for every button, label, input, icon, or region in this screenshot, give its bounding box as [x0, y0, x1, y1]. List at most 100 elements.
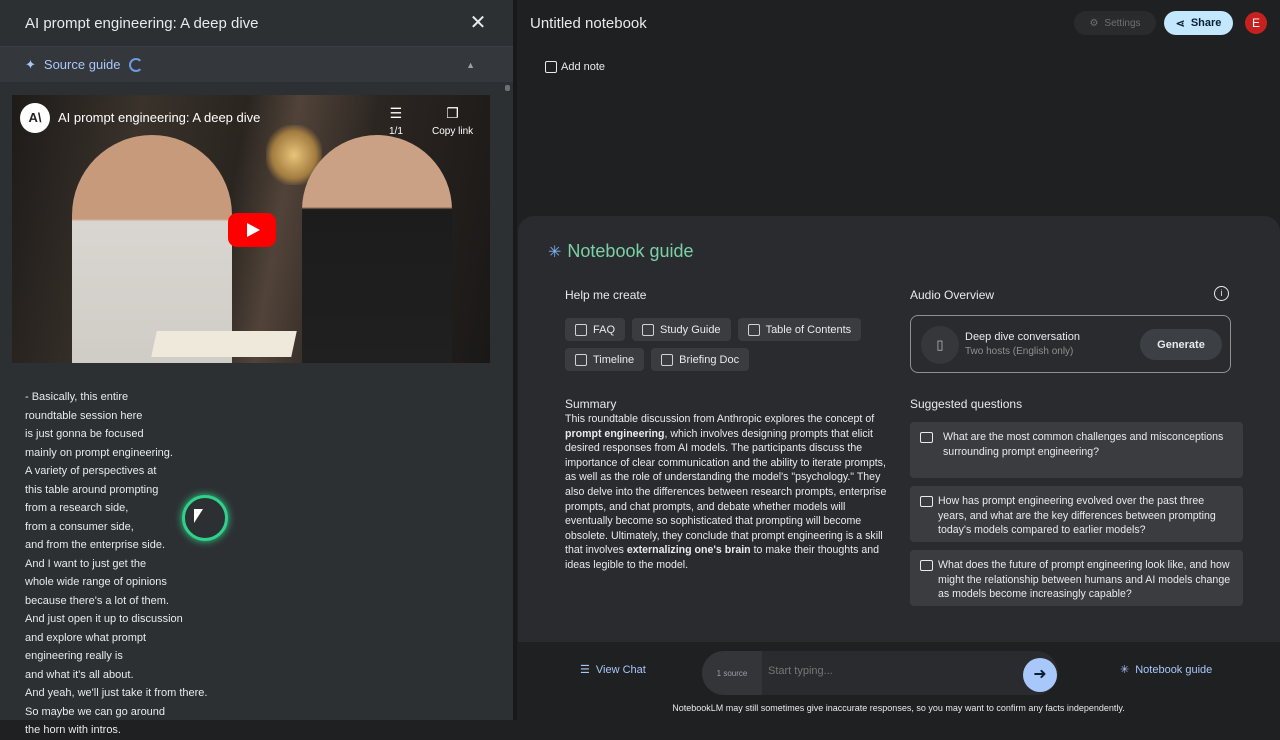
book-image: [151, 331, 297, 357]
transcript-line[interactable]: and from the enterprise side.: [25, 536, 325, 555]
playlist-icon: ☰: [389, 105, 403, 121]
loading-spinner-icon: [128, 57, 143, 72]
source-panel: AI prompt engineering: A deep dive ✕ ✦ S…: [0, 0, 513, 736]
person-left-image: [72, 135, 232, 363]
source-panel-header: AI prompt engineering: A deep dive ✕: [0, 0, 513, 47]
chat-icon: ☰: [580, 664, 590, 676]
question-icon: [920, 432, 933, 443]
audio-overview-label: Audio Overview: [910, 288, 995, 302]
chip-label: Briefing Doc: [679, 353, 740, 366]
chip-label: FAQ: [593, 323, 616, 336]
source-title: AI prompt engineering: A deep dive: [25, 14, 259, 32]
sparkle-icon: ✳: [548, 243, 562, 261]
summary-heading: Summary: [565, 397, 617, 411]
chip-label: Timeline: [593, 353, 635, 366]
create-chip-study-guide[interactable]: Study Guide: [632, 318, 731, 341]
transcript-line[interactable]: And I want to just get the: [25, 555, 325, 574]
note-icon: [545, 61, 557, 73]
add-note-label: Add note: [561, 61, 606, 73]
add-note-button[interactable]: Add note: [545, 61, 605, 73]
transcript-line[interactable]: and what it's all about.: [25, 666, 325, 685]
transcript-line[interactable]: And yeah, we'll just take it from there.: [25, 684, 325, 703]
info-icon[interactable]: i: [1214, 286, 1229, 301]
suggested-question[interactable]: How has prompt engineering evolved over …: [910, 486, 1243, 542]
create-chip-timeline[interactable]: Timeline: [565, 348, 645, 371]
summary-text-2: , which involves designing prompts that …: [565, 427, 887, 557]
notebook-guide-heading: ✳ Notebook guide: [548, 241, 694, 262]
transcript-line[interactable]: from a consumer side,: [25, 518, 325, 537]
scrollbar[interactable]: [505, 85, 510, 91]
transcript-line[interactable]: and explore what prompt: [25, 629, 325, 648]
transcript-line[interactable]: And just open it up to discussion: [25, 610, 325, 629]
caret-up-icon[interactable]: ▲: [466, 60, 475, 70]
notebook-title[interactable]: Untitled notebook: [530, 15, 647, 32]
suggested-question[interactable]: What are the most common challenges and …: [910, 422, 1243, 478]
suggested-question[interactable]: What does the future of prompt engineeri…: [910, 550, 1243, 606]
suggested-question-text: What are the most common challenges and …: [943, 431, 1224, 458]
chat-input[interactable]: [768, 665, 998, 677]
create-chip-faq[interactable]: FAQ: [565, 318, 626, 341]
notebook-guide-title: Notebook guide: [567, 241, 694, 261]
copy-link-button[interactable]: ❐ Copy link: [432, 105, 473, 137]
question-icon: [920, 496, 933, 507]
youtube-play-icon[interactable]: [228, 213, 276, 247]
document-icon: [642, 323, 655, 336]
view-chat-button[interactable]: ☰ View Chat: [580, 663, 646, 677]
transcript-line[interactable]: A variety of perspectives at: [25, 462, 325, 481]
chip-label: Table of Contents: [765, 323, 852, 336]
disclaimer: NotebookLM may still sometimes give inac…: [672, 703, 1125, 713]
video-player[interactable]: A\ AI prompt engineering: A deep dive ☰ …: [12, 95, 490, 363]
share-icon: ⋖: [1175, 17, 1185, 30]
notebook-guide-button-label: Notebook guide: [1135, 663, 1213, 676]
question-icon: [920, 560, 933, 571]
transcript-line[interactable]: whole wide range of opinions: [25, 573, 325, 592]
copy-icon: ❐: [446, 105, 459, 121]
source-count-pill[interactable]: 1 source: [702, 651, 762, 695]
create-chip-briefing-doc[interactable]: Briefing Doc: [651, 348, 750, 371]
document-icon: [661, 353, 674, 366]
avatar[interactable]: E: [1245, 12, 1267, 34]
create-chip-table-of-contents[interactable]: Table of Contents: [737, 318, 862, 341]
speaker-icon: ▯: [921, 326, 959, 364]
settings-label: Settings: [1104, 17, 1141, 29]
transcript-line[interactable]: roundtable session here: [25, 407, 325, 426]
share-button[interactable]: ⋖ Share: [1164, 11, 1233, 35]
source-guide-toggle[interactable]: ✦ Source guide ▲: [0, 47, 513, 82]
gear-icon: ⚙: [1089, 17, 1099, 29]
transcript-line[interactable]: because there's a lot of them.: [25, 592, 325, 611]
person-right-image: [302, 135, 452, 363]
playlist-button[interactable]: ☰ 1/1: [389, 105, 403, 137]
copy-link-label: Copy link: [432, 126, 474, 137]
sparkle-icon: ✳: [1120, 664, 1130, 676]
chat-bar: ☰ View Chat 1 source ➜ ✳ Notebook guide …: [517, 642, 1280, 720]
view-chat-label: View Chat: [595, 663, 646, 676]
help-me-create-label: Help me create: [565, 288, 647, 302]
transcript-line[interactable]: is just gonna be focused: [25, 425, 325, 444]
chip-label: Study Guide: [660, 323, 721, 336]
audio-subtitle: Two hosts (English only): [965, 346, 1074, 357]
close-icon[interactable]: ✕: [468, 13, 488, 33]
generate-button[interactable]: Generate: [1140, 329, 1222, 360]
source-guide-label: Source guide: [43, 57, 121, 72]
transcript-line[interactable]: this table around prompting: [25, 481, 325, 500]
channel-logo[interactable]: A\: [20, 103, 50, 133]
send-arrow-icon[interactable]: ➜: [1023, 658, 1057, 692]
suggested-questions-label: Suggested questions: [910, 397, 1023, 411]
notebook-guide-button[interactable]: ✳ Notebook guide: [1120, 663, 1213, 677]
cursor-highlight: [182, 495, 228, 541]
settings-button[interactable]: ⚙ Settings: [1074, 11, 1156, 35]
summary-text-1: This roundtable discussion from Anthropi…: [565, 413, 875, 425]
summary-text: This roundtable discussion from Anthropi…: [565, 412, 889, 573]
sparkle-icon: ✦: [25, 56, 36, 72]
transcript-line[interactable]: So maybe we can go around: [25, 703, 325, 722]
video-title[interactable]: AI prompt engineering: A deep dive: [58, 110, 260, 125]
transcript-line[interactable]: - Basically, this entire: [25, 388, 325, 407]
audio-title: Deep dive conversation: [965, 331, 1080, 343]
chat-input-wrapper: 1 source ➜: [702, 651, 1058, 695]
transcript-line[interactable]: engineering really is: [25, 647, 325, 666]
transcript-line[interactable]: from a research side,: [25, 499, 325, 518]
create-chips: FAQ Study Guide Table of Contents Timeline B…: [565, 318, 895, 371]
document-icon: [575, 323, 587, 336]
transcript-line[interactable]: the horn with intros.: [25, 721, 325, 740]
transcript-line[interactable]: mainly on prompt engineering.: [25, 444, 325, 463]
